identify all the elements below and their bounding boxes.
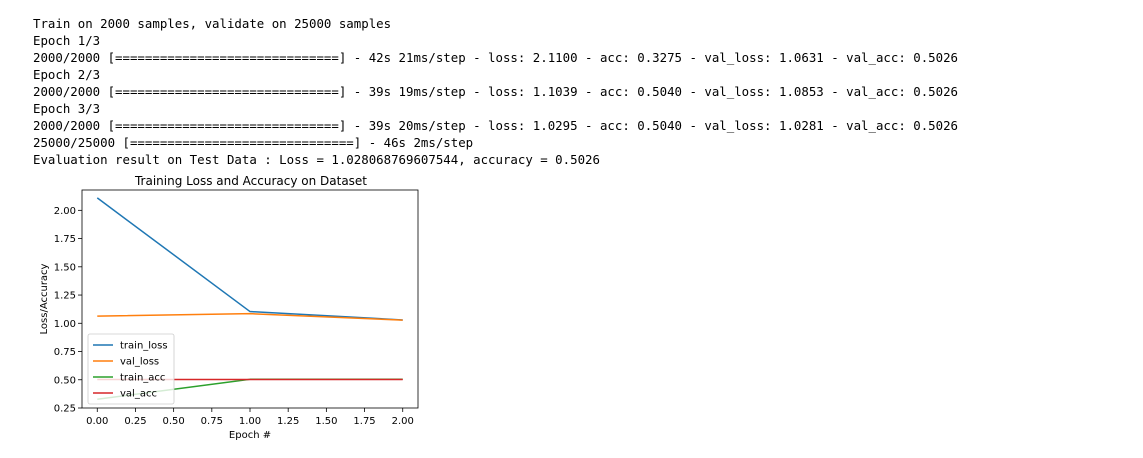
y-axis: 0.25 0.50 0.75 1.00 1.25 1.50 1.75 2.00 [54, 206, 82, 415]
training-chart: Training Loss and Accuracy on Dataset 0.… [39, 174, 419, 441]
x-tick-label: 0.00 [86, 416, 108, 427]
x-axis-label: Epoch # [229, 430, 271, 441]
x-tick-label: 0.25 [124, 416, 146, 427]
y-tick-label: 1.25 [54, 291, 76, 302]
x-tick-label: 2.00 [392, 416, 414, 427]
series-line-train-loss [96, 197, 403, 321]
y-tick-label: 0.50 [54, 375, 76, 386]
legend-label: val_acc [120, 389, 157, 400]
legend-label: train_loss [120, 341, 168, 352]
chart-legend: train_loss val_loss train_acc val_acc [87, 333, 175, 405]
y-tick-label: 2.00 [54, 206, 76, 217]
x-axis: 0.00 0.25 0.50 0.75 1.00 1.25 1.50 1.75 2.00 [86, 408, 414, 427]
legend-label: val_loss [120, 357, 159, 368]
x-tick-label: 1.75 [353, 416, 375, 427]
x-tick-label: 0.75 [201, 416, 223, 427]
y-tick-label: 1.75 [54, 234, 76, 245]
y-tick-label: 0.25 [54, 404, 76, 415]
y-axis-label: Loss/Accuracy [39, 263, 50, 334]
legend-label: train_acc [120, 373, 165, 384]
y-tick-label: 1.50 [54, 262, 76, 273]
x-tick-label: 0.50 [163, 416, 185, 427]
y-tick-label: 1.00 [54, 319, 76, 330]
y-tick-label: 0.75 [54, 347, 76, 358]
x-tick-label: 1.50 [315, 416, 337, 427]
x-tick-label: 1.00 [239, 416, 261, 427]
x-tick-label: 1.25 [277, 416, 299, 427]
chart-title: Training Loss and Accuracy on Dataset [134, 174, 367, 188]
